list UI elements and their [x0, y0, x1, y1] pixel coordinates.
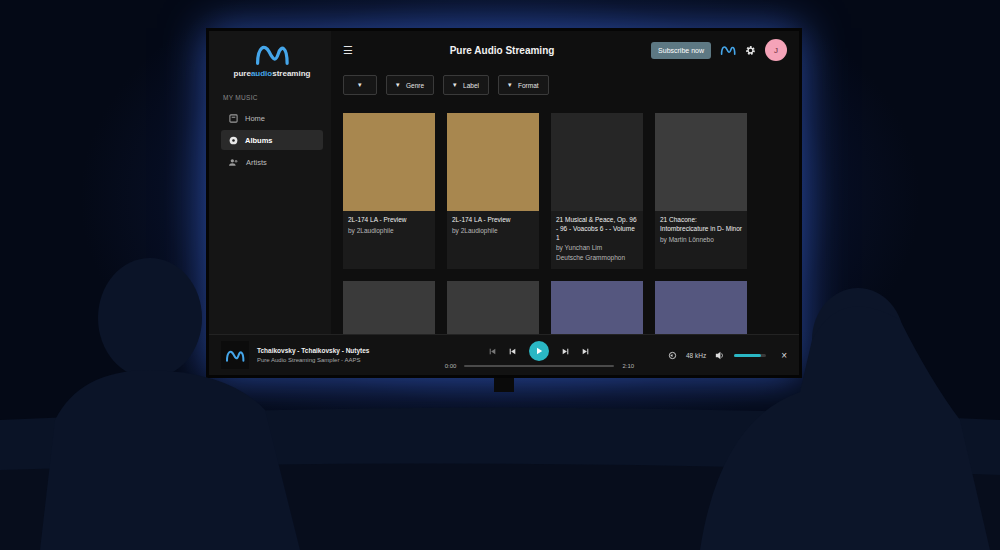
wave-logo-icon[interactable]	[720, 44, 736, 56]
sidebar-item[interactable]: Artists	[221, 152, 323, 172]
sidebar: pureaudiostreaming MY MUSIC HomeAlbumsArti…	[209, 31, 331, 334]
home-icon	[229, 114, 238, 123]
volume-icon[interactable]	[715, 351, 725, 360]
sofa-seat	[0, 464, 1000, 550]
album-card[interactable]	[447, 281, 539, 334]
brand-logo[interactable]: pureaudiostreaming	[221, 41, 323, 78]
play-icon	[535, 347, 543, 355]
filter-dropdown[interactable]: ▾Format	[498, 75, 549, 95]
elapsed-time: 0:00	[445, 363, 457, 369]
album-cover	[551, 113, 643, 211]
duration-time: 2:10	[622, 363, 634, 369]
album-title: 21 Chacone: Intombrecicature in D- Minor	[655, 211, 747, 235]
album-cover	[343, 281, 435, 334]
track-title: Tchaikovsky - Tchaikovsky - Nutytes	[257, 347, 369, 354]
gear-icon[interactable]	[745, 45, 756, 56]
album-cover	[655, 113, 747, 211]
skip-back-icon[interactable]	[489, 348, 496, 355]
filter-dropdown[interactable]: ▾	[343, 75, 377, 95]
previous-icon[interactable]	[509, 348, 516, 355]
album-card[interactable]	[551, 281, 643, 334]
album-card[interactable]: 21 Chacone: Intombrecicature in D- Minor…	[655, 113, 747, 269]
sidebar-item[interactable]: Albums	[221, 130, 323, 150]
album-cover	[343, 113, 435, 211]
user-avatar[interactable]: J	[765, 39, 787, 61]
right-viewer	[700, 288, 990, 550]
album-cover	[551, 281, 643, 334]
album-cover	[447, 281, 539, 334]
next-icon[interactable]	[562, 348, 569, 355]
volume-slider[interactable]	[734, 354, 766, 357]
play-button[interactable]	[529, 341, 549, 361]
album-card[interactable]: 2L-174 LA - Previewby 2Laudiophile	[343, 113, 435, 269]
album-card[interactable]: 2L-174 LA - Previewby 2Laudiophile	[447, 113, 539, 269]
app-window: pureaudiostreaming MY MUSIC HomeAlbumsArti…	[206, 28, 802, 378]
repeat-icon[interactable]	[668, 351, 677, 360]
track-thumbnail	[221, 341, 249, 369]
tv: pureaudiostreaming MY MUSIC HomeAlbumsArti…	[206, 28, 802, 392]
albums-page: ☰ Pure Audio Streaming Subscribe now J ▾ ▾Gen…	[331, 31, 799, 334]
top-bar: ☰ Pure Audio Streaming Subscribe now J	[343, 31, 787, 69]
album-grid: 2L-174 LA - Previewby 2Laudiophile2L-174…	[343, 113, 787, 334]
sofa	[0, 408, 1000, 550]
album-card[interactable]	[343, 281, 435, 334]
album-cover	[655, 281, 747, 334]
page-title: Pure Audio Streaming	[363, 45, 641, 56]
section-label: MY MUSIC	[223, 94, 323, 101]
skip-forward-icon[interactable]	[582, 348, 589, 355]
album-card[interactable]	[655, 281, 747, 334]
album-title: 21 Musical & Peace, Op. 96 - 96 - Voacob…	[551, 211, 643, 243]
album-artist: by 2Laudiophile	[343, 226, 435, 236]
tv-stand	[494, 378, 514, 392]
left-viewer	[40, 258, 300, 550]
track-album: Pure Audio Streaming Sampler - AAPS	[257, 357, 369, 363]
album-title: 2L-174 LA - Preview	[343, 211, 435, 226]
artists-icon	[229, 158, 239, 167]
album-artist: by 2Laudiophile	[447, 226, 539, 236]
album-icon	[229, 136, 238, 145]
album-artist: by Martin Lönnebo	[655, 235, 747, 245]
progress-bar[interactable]	[464, 365, 614, 367]
close-button[interactable]: ×	[781, 350, 787, 361]
subscribe-button[interactable]: Subscribe now	[651, 42, 711, 59]
wave-logo-icon	[225, 348, 245, 363]
brand-name: pureaudiostreaming	[234, 69, 311, 78]
filter-dropdown[interactable]: ▾Label	[443, 75, 489, 95]
audience-silhouette	[0, 0, 1000, 550]
menu-button[interactable]: ☰	[343, 44, 353, 57]
album-label: Deutsche Grammophon	[551, 253, 643, 263]
wave-logo-icon	[254, 41, 290, 67]
sidebar-item[interactable]: Home	[221, 108, 323, 128]
filter-dropdown[interactable]: ▾Genre	[386, 75, 434, 95]
album-title: 2L-174 LA - Preview	[447, 211, 539, 226]
album-cover	[447, 113, 539, 211]
album-card[interactable]: 21 Musical & Peace, Op. 96 - 96 - Voacob…	[551, 113, 643, 269]
filter-bar: ▾ ▾Genre ▾Label ▾Format	[343, 75, 787, 95]
album-artist: by Yunchan Lim	[551, 243, 643, 253]
sample-rate: 48 kHz	[686, 352, 706, 359]
player-bar: Tchaikovsky - Tchaikovsky - Nutytes Pure …	[209, 334, 799, 375]
living-room-scene: pureaudiostreaming MY MUSIC HomeAlbumsArti…	[0, 0, 1000, 550]
